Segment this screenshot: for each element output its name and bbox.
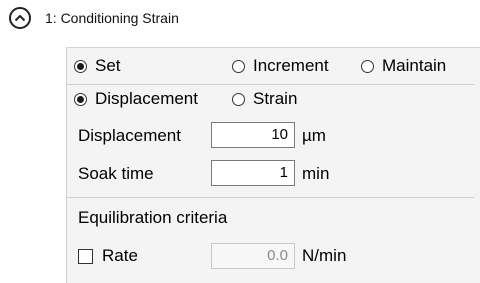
displacement-label: Displacement [78, 126, 181, 145]
chevron-up-icon [14, 14, 26, 22]
step-header: 1: Conditioning Strain [9, 4, 179, 32]
radio-maintain-label: Maintain [382, 56, 447, 75]
radio-set-label: Set [95, 56, 121, 75]
radio-maintain[interactable]: Maintain [361, 56, 446, 76]
radio-increment[interactable]: Increment [232, 56, 329, 76]
collapse-button[interactable] [9, 7, 31, 29]
displacement-input[interactable]: 10 [211, 122, 295, 148]
step-title: 1: Conditioning Strain [45, 10, 179, 26]
control-type-radio-group: Displacement Strain [74, 87, 474, 111]
radio-set-indicator[interactable] [74, 59, 87, 73]
radio-strain-label: Strain [253, 89, 298, 108]
rate-checkbox[interactable] [78, 249, 93, 264]
mode-radio-group: Set Increment Maintain [74, 54, 474, 78]
equilibration-criteria-heading: Equilibration criteria [78, 208, 228, 227]
soak-time-label: Soak time [78, 164, 154, 183]
rate-unit: N/min [302, 246, 347, 265]
rate-label: Rate [102, 246, 138, 265]
radio-set[interactable]: Set [74, 56, 121, 76]
conditioning-step-form: 1: Conditioning Strain Set Increment Mai… [0, 0, 480, 283]
radio-displacement[interactable]: Displacement [74, 89, 198, 109]
divider [66, 84, 474, 85]
radio-strain-indicator[interactable] [232, 92, 245, 106]
soak-time-unit: min [302, 164, 330, 183]
radio-strain[interactable]: Strain [232, 89, 297, 109]
radio-maintain-indicator[interactable] [361, 59, 374, 73]
soak-time-input[interactable]: 1 [211, 160, 295, 186]
radio-displacement-indicator[interactable] [74, 92, 87, 106]
displacement-unit: µm [302, 126, 326, 145]
radio-displacement-label: Displacement [95, 89, 198, 108]
rate-input[interactable]: 0.0 [211, 243, 295, 269]
divider [66, 197, 474, 198]
radio-increment-indicator[interactable] [232, 59, 245, 73]
radio-increment-label: Increment [253, 56, 329, 75]
